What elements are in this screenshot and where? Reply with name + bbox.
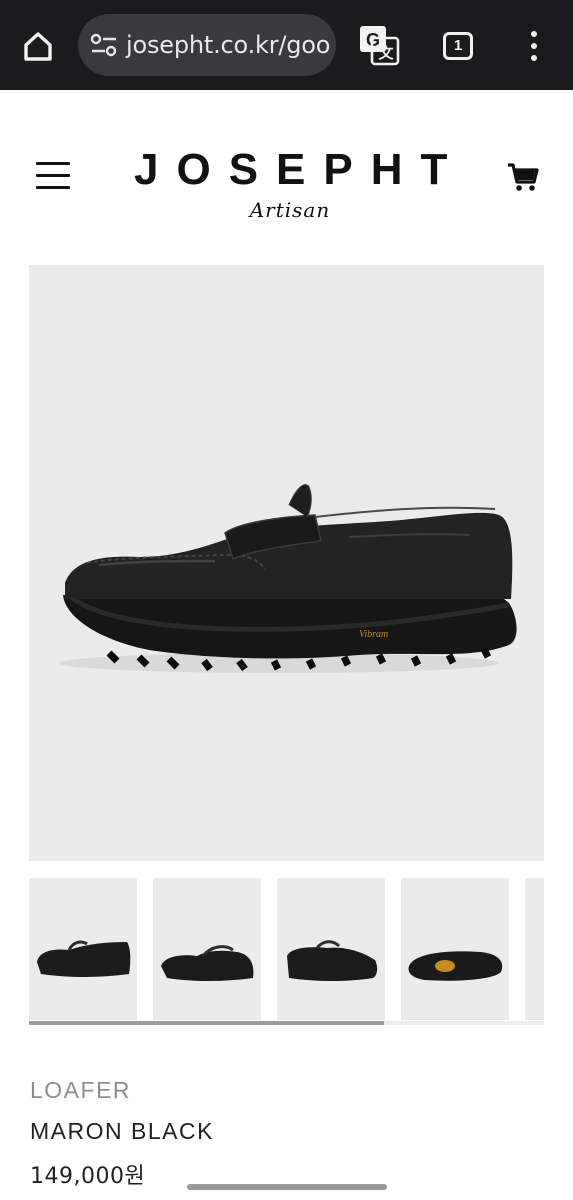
brand-name: JOSEPHT xyxy=(134,145,466,194)
thumbnail-strip[interactable] xyxy=(29,878,544,1023)
brand-subtitle: Artisan xyxy=(249,198,331,222)
translate-icon[interactable]: G 文 xyxy=(358,24,400,66)
address-bar[interactable]: josepht.co.kr/goo xyxy=(78,14,336,76)
thumbnail-3[interactable] xyxy=(277,878,385,1020)
vibram-logo: Vibram xyxy=(359,629,388,640)
url-text[interactable]: josepht.co.kr/goo xyxy=(126,31,330,59)
browser-toolbar: josepht.co.kr/goo G 文 1 xyxy=(0,0,573,90)
thumbnail-scrollbar[interactable] xyxy=(29,1021,544,1025)
gesture-bar[interactable] xyxy=(187,1184,387,1190)
thumbnail-2[interactable] xyxy=(153,878,261,1020)
site-header: JOSEPHT Artisan xyxy=(0,90,573,260)
thumbnail-5[interactable] xyxy=(525,878,544,1020)
home-icon[interactable] xyxy=(18,26,58,66)
site-settings-icon[interactable] xyxy=(90,33,118,57)
product-main-image[interactable]: Vibram xyxy=(29,265,544,861)
menu-icon[interactable] xyxy=(36,162,70,190)
product-category: LOAFER xyxy=(30,1077,132,1103)
cart-icon[interactable] xyxy=(506,160,540,194)
product-price: 149,000원 xyxy=(30,1164,146,1189)
product-name: MARON BLACK xyxy=(30,1118,214,1144)
site-logo[interactable]: JOSEPHT Artisan xyxy=(120,145,466,223)
scrollbar-thumb[interactable] xyxy=(29,1021,385,1025)
thumbnail-4[interactable] xyxy=(401,878,509,1020)
svg-text:文: 文 xyxy=(378,44,394,62)
more-options-icon[interactable] xyxy=(522,26,546,66)
thumbnail-1[interactable] xyxy=(29,878,137,1020)
tab-switcher-button[interactable]: 1 xyxy=(443,32,473,60)
